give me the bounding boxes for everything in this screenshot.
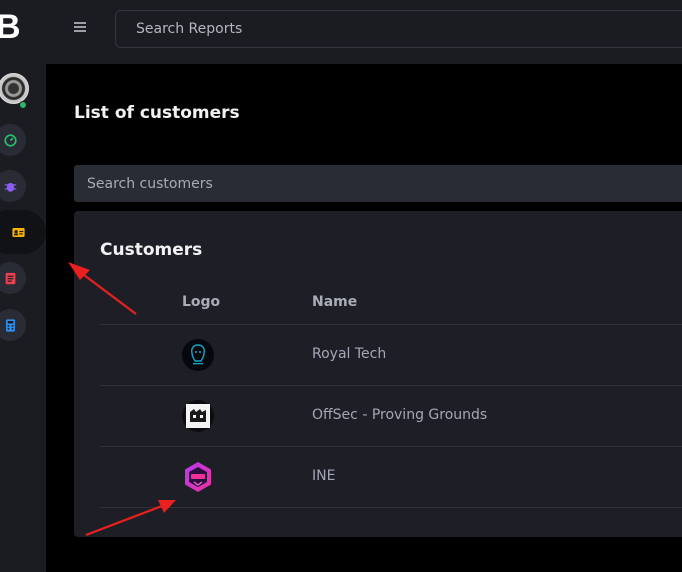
online-status-dot xyxy=(19,101,27,109)
sidebar-item-dashboard[interactable] xyxy=(0,124,26,156)
document-icon xyxy=(5,272,15,284)
speedometer-icon xyxy=(3,133,17,147)
menu-toggle-icon[interactable] xyxy=(74,22,86,34)
customer-name: OffSec - Proving Grounds xyxy=(312,407,488,423)
sidebar-item-customers[interactable] xyxy=(0,210,46,254)
customer-name: INE xyxy=(312,468,336,484)
table-row[interactable]: OffSec - Proving Grounds xyxy=(100,385,682,446)
search-reports-box[interactable] xyxy=(115,10,682,48)
customers-card: Customers Logo Name Royal Tech OffSec - … xyxy=(74,211,682,537)
table-row[interactable]: Royal Tech xyxy=(100,324,682,385)
search-customers-box[interactable] xyxy=(74,165,682,202)
sidebar-item-reports[interactable] xyxy=(0,262,26,294)
royal-tech-logo xyxy=(182,339,214,371)
calculator-icon xyxy=(5,318,15,332)
brand-logo[interactable]: B xyxy=(0,8,21,47)
top-bar xyxy=(46,0,682,64)
sidebar: B xyxy=(0,0,46,572)
table-bottom-border xyxy=(100,507,682,508)
id-card-icon xyxy=(11,227,25,237)
search-reports-input[interactable] xyxy=(116,11,682,47)
column-header-name: Name xyxy=(312,294,358,310)
sidebar-item-calculator[interactable] xyxy=(0,309,26,341)
customers-card-title: Customers xyxy=(100,240,203,260)
user-avatar[interactable] xyxy=(0,73,29,104)
column-header-logo: Logo xyxy=(182,294,221,310)
bug-icon xyxy=(4,182,16,192)
search-customers-input[interactable] xyxy=(74,165,682,202)
ine-logo xyxy=(185,462,211,492)
customer-name: Royal Tech xyxy=(312,346,387,362)
offsec-logo xyxy=(182,400,214,432)
table-row[interactable]: INE xyxy=(100,446,682,507)
sidebar-item-vulnerabilities[interactable] xyxy=(0,170,26,202)
page-title: List of customers xyxy=(74,103,240,123)
